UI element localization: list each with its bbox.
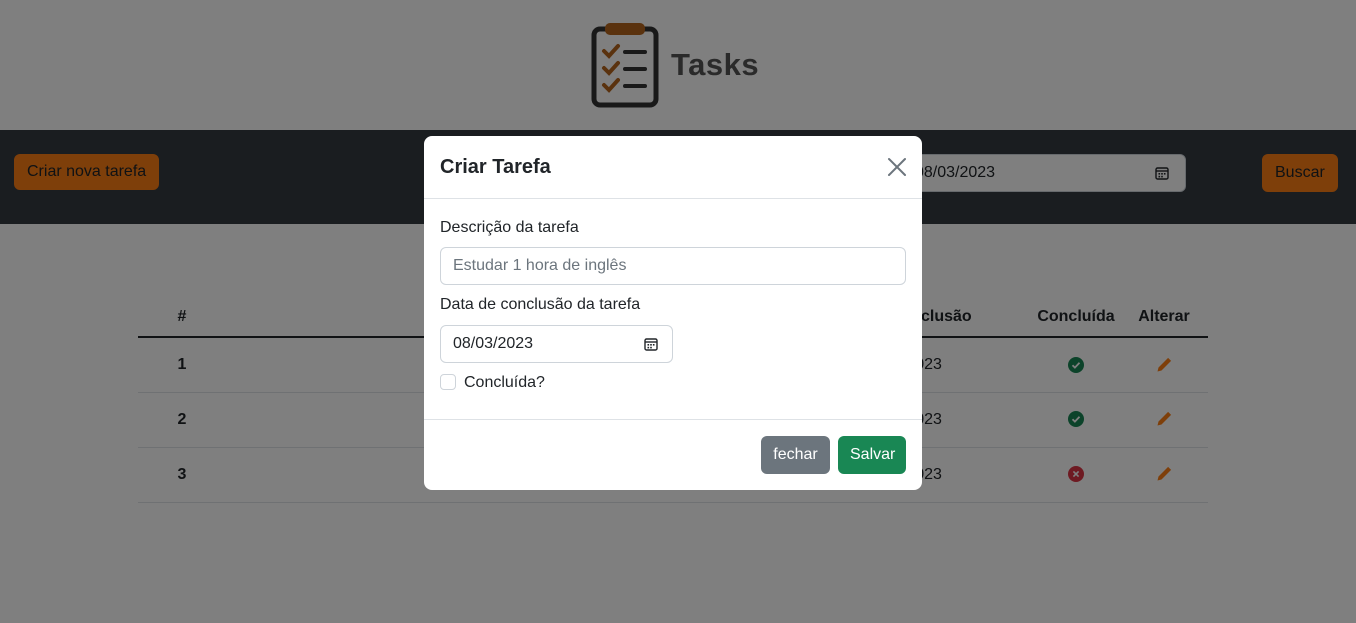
done-checkbox[interactable] (440, 374, 456, 390)
calendar-icon[interactable] (644, 337, 658, 351)
save-button[interactable]: Salvar (838, 436, 906, 474)
close-button[interactable]: fechar (761, 436, 830, 474)
modal-title: Criar Tarefa (440, 156, 551, 178)
modal-footer: fechar Salvar (424, 420, 922, 490)
date-input[interactable]: 08/03/2023 (440, 325, 673, 363)
create-task-modal: Criar Tarefa Descrição da tarefa Data de… (424, 136, 922, 490)
close-icon[interactable] (886, 156, 908, 178)
modal-header: Criar Tarefa (424, 136, 922, 199)
date-label: Data de conclusão da tarefa (440, 296, 641, 313)
modal-body: Descrição da tarefa Data de conclusão da… (424, 199, 922, 420)
description-label: Descrição da tarefa (440, 219, 579, 236)
date-input-value: 08/03/2023 (453, 335, 534, 352)
done-checkbox-label: Concluída? (464, 374, 545, 391)
description-input[interactable] (440, 247, 906, 285)
